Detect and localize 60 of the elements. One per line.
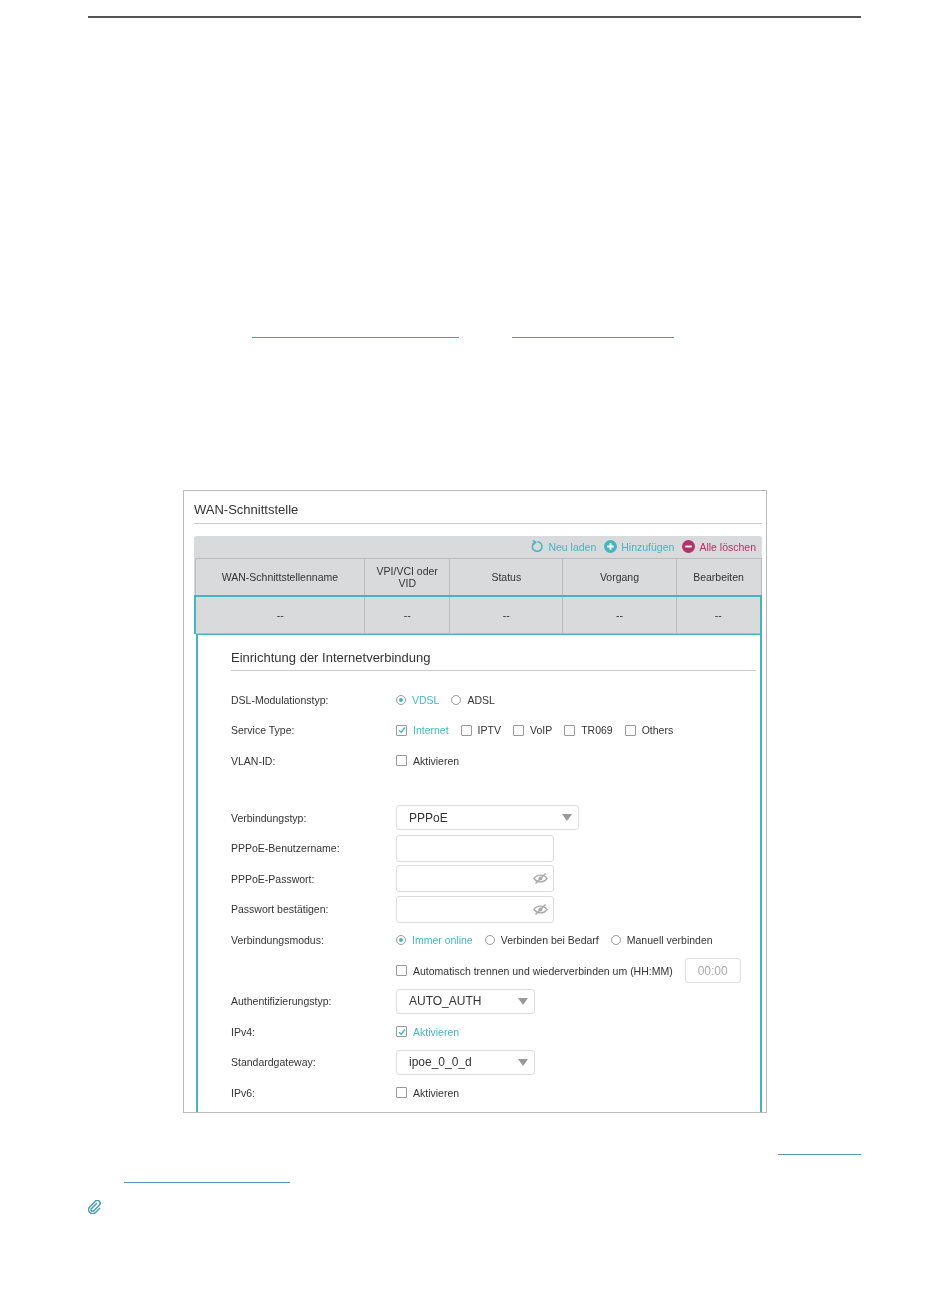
checkbox-option[interactable]: Others (624, 724, 674, 737)
column-header: VPI/VCI oder VID (364, 558, 450, 596)
field-label: DSL-Modulationstyp: (231, 693, 329, 706)
input-field[interactable] (396, 834, 554, 862)
field-label: Passwort bestätigen: (231, 903, 329, 916)
checkbox-option[interactable]: IPTV (460, 724, 501, 737)
checkbox-option[interactable]: Aktivieren (396, 755, 460, 767)
plus-icon (604, 540, 618, 553)
field-label: Verbindungstyp: (231, 811, 307, 824)
checkbox[interactable] (460, 724, 472, 736)
field-label: PPPoE-Passwort: (231, 872, 315, 885)
checkbox[interactable] (396, 965, 407, 977)
column-header: Status (449, 558, 563, 596)
checkbox-option[interactable]: Aktivieren (396, 1086, 460, 1099)
caret-icon (518, 997, 528, 1005)
hidden-eye-icon (533, 873, 548, 885)
checkbox-option[interactable]: VoIP (512, 724, 553, 737)
radio-option[interactable]: ADSL (451, 693, 495, 706)
table-cell: -- (449, 595, 563, 633)
paperclip-icon (88, 1199, 102, 1214)
radio-option[interactable]: Verbinden bei Bedarf (484, 933, 599, 946)
field-label: Authentifizierungstyp: (231, 995, 332, 1008)
password-field[interactable] (396, 865, 554, 893)
hidden-eye-icon (533, 903, 548, 915)
caret-icon (518, 1058, 528, 1066)
field-label: IPv6: (231, 1086, 255, 1099)
checkbox-option[interactable]: Automatisch trennen und wiederverbinden um (HH:MM) (396, 964, 673, 977)
column-header: WAN-Schnittstellenname (195, 558, 365, 596)
field-label: PPPoE-Benutzername: (231, 842, 340, 855)
field-label: Verbindungsmodus: (231, 933, 324, 946)
reload-icon (531, 540, 545, 553)
checkbox[interactable] (624, 724, 636, 736)
field-label: Service Type: (231, 724, 295, 737)
time-field[interactable]: 00:00 (684, 958, 741, 984)
caret-icon (562, 814, 572, 822)
radio-option[interactable]: Manuell verbinden (610, 933, 713, 946)
table-cell: -- (364, 595, 450, 633)
table-cell: -- (676, 595, 761, 633)
checkbox[interactable] (512, 724, 524, 736)
checkbox[interactable] (396, 724, 407, 736)
panel-title: WAN-Schnittstelle (194, 490, 762, 524)
checkbox[interactable] (564, 724, 576, 736)
password-field[interactable] (396, 895, 554, 923)
column-header: Bearbeiten (676, 558, 761, 596)
delete-button[interactable]: Alle löschen (682, 540, 756, 553)
table-cell: -- (195, 595, 365, 633)
dropdown[interactable]: PPPoE (396, 805, 579, 831)
field-label: Standardgateway: (231, 1056, 316, 1069)
dropdown[interactable]: AUTO_AUTH (396, 988, 535, 1014)
table-cell: -- (562, 595, 677, 633)
checkbox-option[interactable]: TR069 (564, 724, 613, 737)
field-label: VLAN-ID: (231, 755, 276, 767)
dropdown[interactable]: ipoe_0_0_d (396, 1049, 535, 1075)
checkbox[interactable] (396, 1026, 407, 1038)
checkbox[interactable] (396, 1087, 407, 1099)
section-title: Einrichtung der Internetverbindung (231, 649, 756, 671)
checkbox[interactable] (396, 755, 407, 767)
minus-icon (682, 540, 696, 553)
column-header: Vorgang (562, 558, 677, 596)
field-label: IPv4: (231, 1025, 255, 1038)
